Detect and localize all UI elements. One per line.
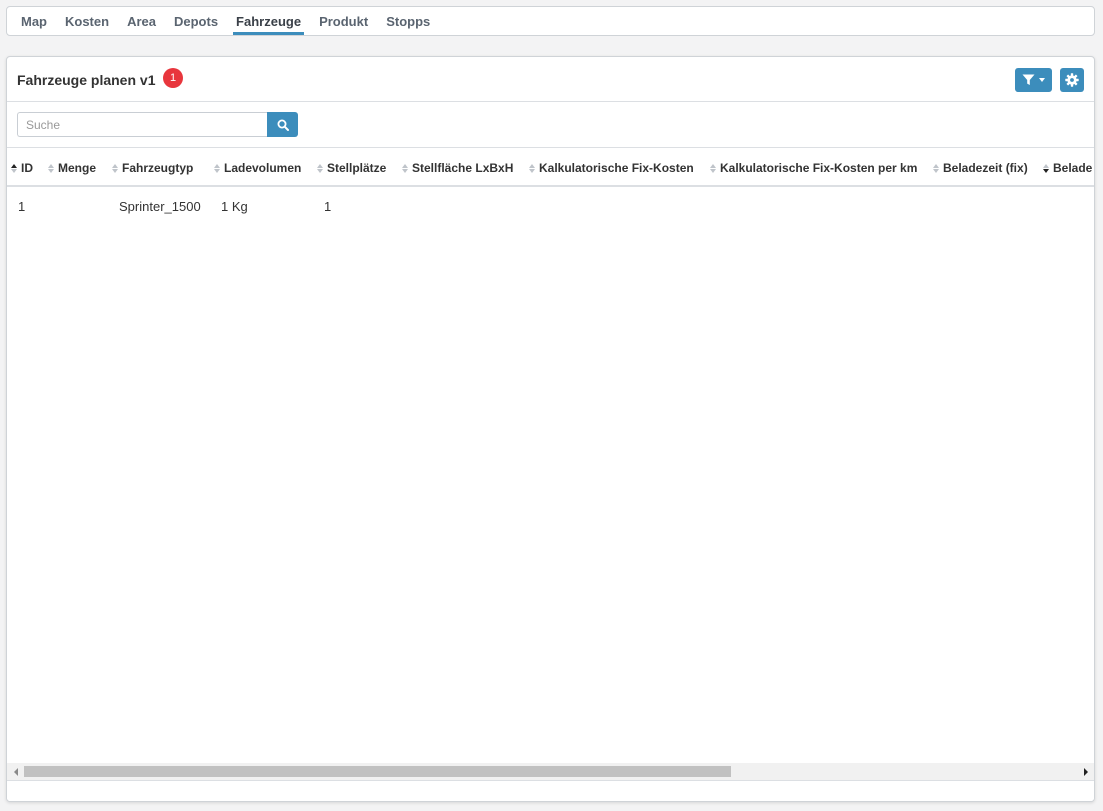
tab-stopps[interactable]: Stopps [377,7,439,35]
tab-area[interactable]: Area [118,7,165,35]
filter-icon [1022,74,1035,85]
scrollbar-thumb[interactable] [24,766,731,777]
cell-ladevolumen: 1 Kg [221,198,248,214]
cell-id: 1 [18,198,26,214]
column-header-stellflaeche[interactable]: Stellfläche LxBxH [402,149,513,187]
scroll-right-button[interactable] [1077,763,1094,780]
column-header-fahrzeugtyp[interactable]: Fahrzeugtyp [112,149,193,187]
cell-stellplaetze: 1 [324,198,332,214]
caret-down-icon [1039,78,1045,82]
vehicles-panel: Fahrzeuge planen v1 1 Suche ID Menge Fah… [6,56,1095,802]
scroll-left-button[interactable] [7,763,24,780]
tab-kosten[interactable]: Kosten [56,7,118,35]
column-label: Kalkulatorische Fix-Kosten [539,161,694,175]
column-label: Kalkulatorische Fix-Kosten per km [720,161,918,175]
column-label: Beladezeit (fix) [943,161,1028,175]
sort-asc-icon [11,163,17,173]
search-toolbar [7,103,1094,148]
column-label: Stellfläche LxBxH [412,161,514,175]
column-label: Stellplätze [327,161,387,175]
search-input[interactable] [17,112,268,137]
horizontal-scrollbar[interactable] [7,763,1094,780]
table-header: ID Menge Fahrzeugtyp Ladevolumen Stellpl… [7,149,1094,187]
column-label: Fahrzeugtyp [122,161,194,175]
column-label: Menge [58,161,97,175]
tab-depots[interactable]: Depots [165,7,227,35]
column-label: Belade [1053,161,1093,175]
column-header-fix-kosten[interactable]: Kalkulatorische Fix-Kosten [529,149,694,187]
sort-icon [529,163,535,173]
table-row[interactable]: 1 Sprinter_1500 1 Kg 1 [7,189,1094,223]
column-header-id[interactable]: ID [11,149,33,187]
filter-dropdown-button[interactable] [1015,68,1052,92]
arrow-left-icon [13,767,18,776]
tab-fahrzeuge[interactable]: Fahrzeuge [227,7,310,35]
arrow-right-icon [1083,767,1088,776]
sort-icon [48,163,54,173]
notification-badge: 1 [163,68,183,88]
sort-icon [112,163,118,173]
column-header-fix-kosten-per-km[interactable]: Kalkulatorische Fix-Kosten per km [710,149,917,187]
sort-icon [214,163,220,173]
top-nav-tabs: Map Kosten Area Depots Fahrzeuge Produkt… [6,6,1095,36]
sort-desc-icon [1043,163,1049,173]
column-header-stellplaetze[interactable]: Stellplätze [317,149,386,187]
search-icon [277,119,289,131]
column-header-beladezeit-fix[interactable]: Beladezeit (fix) [933,149,1028,187]
column-header-menge[interactable]: Menge [48,149,96,187]
column-label: ID [21,161,33,175]
sort-icon [933,163,939,173]
panel-footer [7,780,1094,801]
column-header-ladevolumen[interactable]: Ladevolumen [214,149,301,187]
gear-icon [1065,73,1079,87]
column-label: Ladevolumen [224,161,302,175]
tab-map[interactable]: Map [12,7,56,35]
settings-button[interactable] [1060,68,1084,92]
panel-title: Fahrzeuge planen v1 [17,72,156,88]
search-button[interactable] [267,112,298,137]
sort-icon [402,163,408,173]
cell-fahrzeugtyp: Sprinter_1500 [119,198,201,214]
panel-header: Fahrzeuge planen v1 1 [7,57,1094,102]
tab-produkt[interactable]: Produkt [310,7,377,35]
sort-icon [710,163,716,173]
vehicles-table: ID Menge Fahrzeugtyp Ladevolumen Stellpl… [7,149,1094,763]
column-header-beladezeit[interactable]: Belade [1043,149,1092,187]
sort-icon [317,163,323,173]
